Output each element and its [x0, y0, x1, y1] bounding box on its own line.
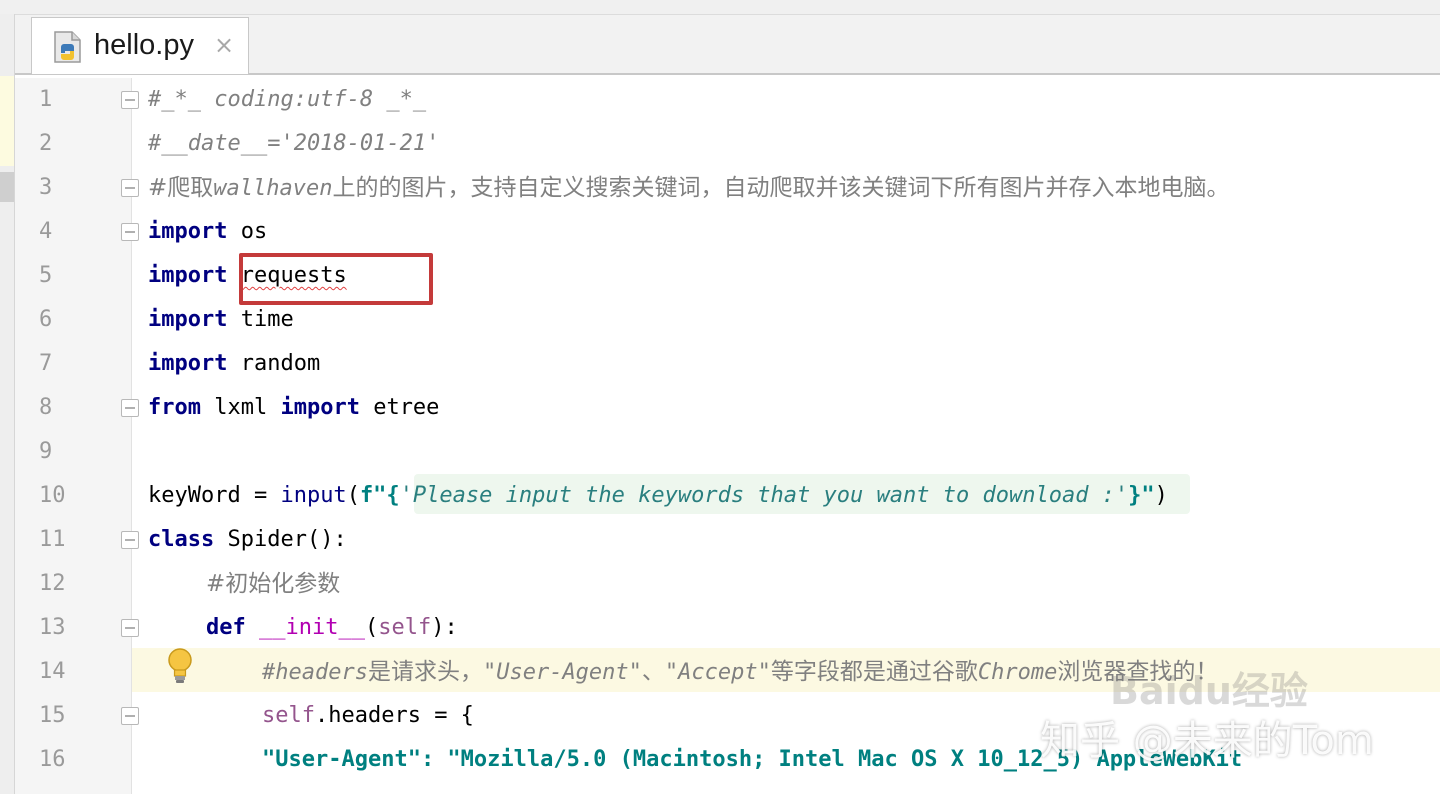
- comment: 是请求头，: [367, 659, 483, 685]
- comment: 等字段都是通过谷歌: [770, 659, 978, 685]
- comment: "Accept": [664, 660, 771, 685]
- keyword: import: [280, 395, 360, 420]
- keyword: def: [206, 615, 246, 640]
- python-file-icon: [54, 31, 81, 63]
- line-number: 16: [39, 747, 66, 772]
- line-number: 9: [39, 439, 53, 464]
- fstring-prefix: f"{: [359, 483, 400, 508]
- identifier: .headers = {: [314, 703, 474, 728]
- fstring-close: }": [1128, 483, 1155, 508]
- highlight-box: [239, 253, 433, 305]
- fold-marker[interactable]: [121, 223, 139, 241]
- comment: Chrome: [977, 660, 1058, 685]
- close-icon[interactable]: ×: [214, 30, 234, 60]
- comment: #爬取: [148, 175, 214, 201]
- keyword: from: [148, 395, 201, 420]
- identifier: time: [227, 307, 294, 332]
- comment: 上的的图片，支持自定义搜索关键词，自动爬取并该关键词下所有图片并存入本地电脑。: [332, 175, 1230, 201]
- string-literal: 'Please input the keywords that you want…: [399, 483, 1129, 508]
- comment: "User-Agent": [482, 660, 642, 685]
- baidu-watermark: Baidu经验: [1110, 669, 1308, 713]
- line-number: 11: [39, 527, 66, 552]
- left-edge-panel: [0, 14, 15, 794]
- code-line-13[interactable]: def __init__(self):: [206, 606, 458, 650]
- keyword: import: [148, 263, 228, 288]
- line-number: 4: [39, 219, 53, 244]
- identifier: keyWord =: [148, 483, 281, 508]
- code-line-8[interactable]: from lxml import etree: [148, 386, 439, 430]
- fold-marker[interactable]: [121, 179, 139, 197]
- fold-marker[interactable]: [121, 707, 139, 725]
- comment: #_*_ coding:utf-8 _*_: [148, 87, 427, 112]
- identifier: etree: [359, 395, 440, 420]
- fold-marker[interactable]: [121, 531, 139, 549]
- comment: #初始化参数: [206, 571, 341, 597]
- window-top-strip: [0, 0, 1440, 15]
- editor-tab-bar: hello.py ×: [15, 15, 1440, 75]
- edge-marker: [0, 76, 14, 166]
- tab-label: hello.py: [94, 29, 194, 61]
- line-number: 1: [39, 87, 53, 112]
- code-line-3[interactable]: #爬取wallhaven上的的图片，支持自定义搜索关键词，自动爬取并该关键词下所…: [148, 166, 1230, 210]
- line-number: 6: [39, 307, 53, 332]
- comment: #headers: [262, 660, 368, 685]
- keyword: import: [148, 219, 228, 244]
- magic-method: __init__: [259, 615, 365, 640]
- lightbulb-icon[interactable]: [165, 646, 195, 686]
- punctuation: (: [346, 483, 360, 508]
- code-line-11[interactable]: class Spider():: [148, 518, 347, 562]
- zhihu-watermark: 知乎 @未来的Tom: [1040, 718, 1374, 764]
- self-param: self: [378, 615, 432, 640]
- comment: #__date__='2018-01-21': [148, 131, 440, 156]
- line-number: 3: [39, 175, 53, 200]
- punctuation: ): [1154, 483, 1168, 508]
- fold-marker[interactable]: [121, 619, 139, 637]
- line-number: 13: [39, 615, 66, 640]
- code-line-10[interactable]: keyWord = input(f"{'Please input the key…: [148, 474, 1168, 518]
- line-number: 5: [39, 263, 53, 288]
- builtin-function: input: [280, 483, 347, 508]
- punctuation: ):: [431, 615, 458, 640]
- identifier: random: [227, 351, 321, 376]
- code-line-1[interactable]: #_*_ coding:utf-8 _*_: [148, 78, 426, 122]
- code-line-7[interactable]: import random: [148, 342, 320, 386]
- line-number: 2: [39, 131, 53, 156]
- code-line-4[interactable]: import os: [148, 210, 267, 254]
- punctuation: (: [364, 615, 379, 640]
- keyword: import: [148, 307, 228, 332]
- keyword: class: [148, 527, 215, 552]
- tab-hello-py[interactable]: hello.py ×: [31, 17, 249, 74]
- line-number: 15: [39, 703, 66, 728]
- comment: wallhaven: [213, 176, 333, 201]
- identifier: os: [227, 219, 268, 244]
- line-number: 8: [39, 395, 53, 420]
- fold-marker[interactable]: [121, 399, 139, 417]
- code-line-15[interactable]: self.headers = {: [262, 694, 474, 738]
- identifier: lxml: [200, 395, 281, 420]
- code-line-14[interactable]: #headers是请求头，"User-Agent"、"Accept"等字段都是通…: [262, 650, 1218, 694]
- line-number: 10: [39, 483, 66, 508]
- line-number: 12: [39, 571, 66, 596]
- comment: 、: [641, 659, 665, 685]
- self-param: self: [262, 703, 315, 728]
- code-line-2[interactable]: #__date__='2018-01-21': [148, 122, 439, 166]
- keyword: import: [148, 351, 228, 376]
- code-line-12[interactable]: #初始化参数: [206, 562, 340, 606]
- identifier: Spider():: [214, 527, 347, 552]
- line-number: 14: [39, 659, 66, 684]
- fold-marker[interactable]: [121, 91, 139, 109]
- line-number: 7: [39, 351, 53, 376]
- edge-scroll-marker[interactable]: [0, 172, 14, 202]
